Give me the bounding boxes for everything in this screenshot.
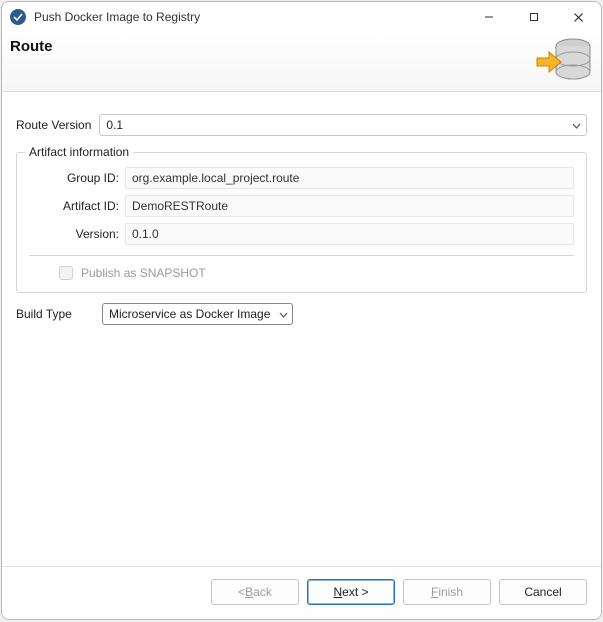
window-title: Push Docker Image to Registry	[34, 10, 466, 24]
close-button[interactable]	[556, 2, 601, 32]
artifact-id-label: Artifact ID:	[29, 199, 119, 213]
publish-snapshot-checkbox	[59, 266, 73, 280]
banner: Route	[2, 32, 601, 92]
route-version-label: Route Version	[16, 118, 91, 132]
minimize-icon	[484, 12, 494, 22]
app-icon	[10, 9, 26, 25]
window-controls	[466, 2, 601, 32]
button-bar: < Back Next > Finish Cancel	[2, 566, 601, 619]
titlebar: Push Docker Image to Registry	[2, 2, 601, 32]
group-id-field	[125, 167, 574, 189]
publish-snapshot-label: Publish as SNAPSHOT	[81, 266, 206, 280]
artifact-groupbox: Artifact information Group ID: Artifact …	[16, 152, 587, 293]
build-type-select[interactable]: Microservice as Docker Image	[102, 303, 293, 325]
dialog-window: Push Docker Image to Registry Route	[1, 1, 602, 620]
publish-snapshot-row: Publish as SNAPSHOT	[29, 256, 574, 282]
database-export-icon	[535, 34, 595, 91]
minimize-button[interactable]	[466, 2, 511, 32]
artifact-id-field	[125, 195, 574, 217]
build-type-label: Build Type	[16, 307, 94, 321]
finish-button: Finish	[403, 579, 491, 605]
artifact-form: Group ID: Artifact ID: Version:	[29, 167, 574, 256]
close-icon	[573, 12, 584, 23]
artifact-legend: Artifact information	[25, 145, 133, 159]
content-area: Route Version Artifact information Group…	[2, 92, 601, 566]
version-field	[125, 223, 574, 245]
build-type-row: Build Type Microservice as Docker Image	[16, 303, 587, 325]
route-version-input[interactable]	[99, 114, 587, 136]
page-title: Route	[10, 38, 53, 55]
cancel-button[interactable]: Cancel	[499, 579, 587, 605]
build-type-value: Microservice as Docker Image	[102, 303, 293, 325]
maximize-button[interactable]	[511, 2, 556, 32]
route-version-select[interactable]	[99, 114, 587, 136]
version-label: Version:	[29, 227, 119, 241]
back-button: < Back	[211, 579, 299, 605]
next-button[interactable]: Next >	[307, 579, 395, 605]
route-version-row: Route Version	[16, 114, 587, 136]
group-id-label: Group ID:	[29, 171, 119, 185]
maximize-icon	[529, 12, 539, 22]
